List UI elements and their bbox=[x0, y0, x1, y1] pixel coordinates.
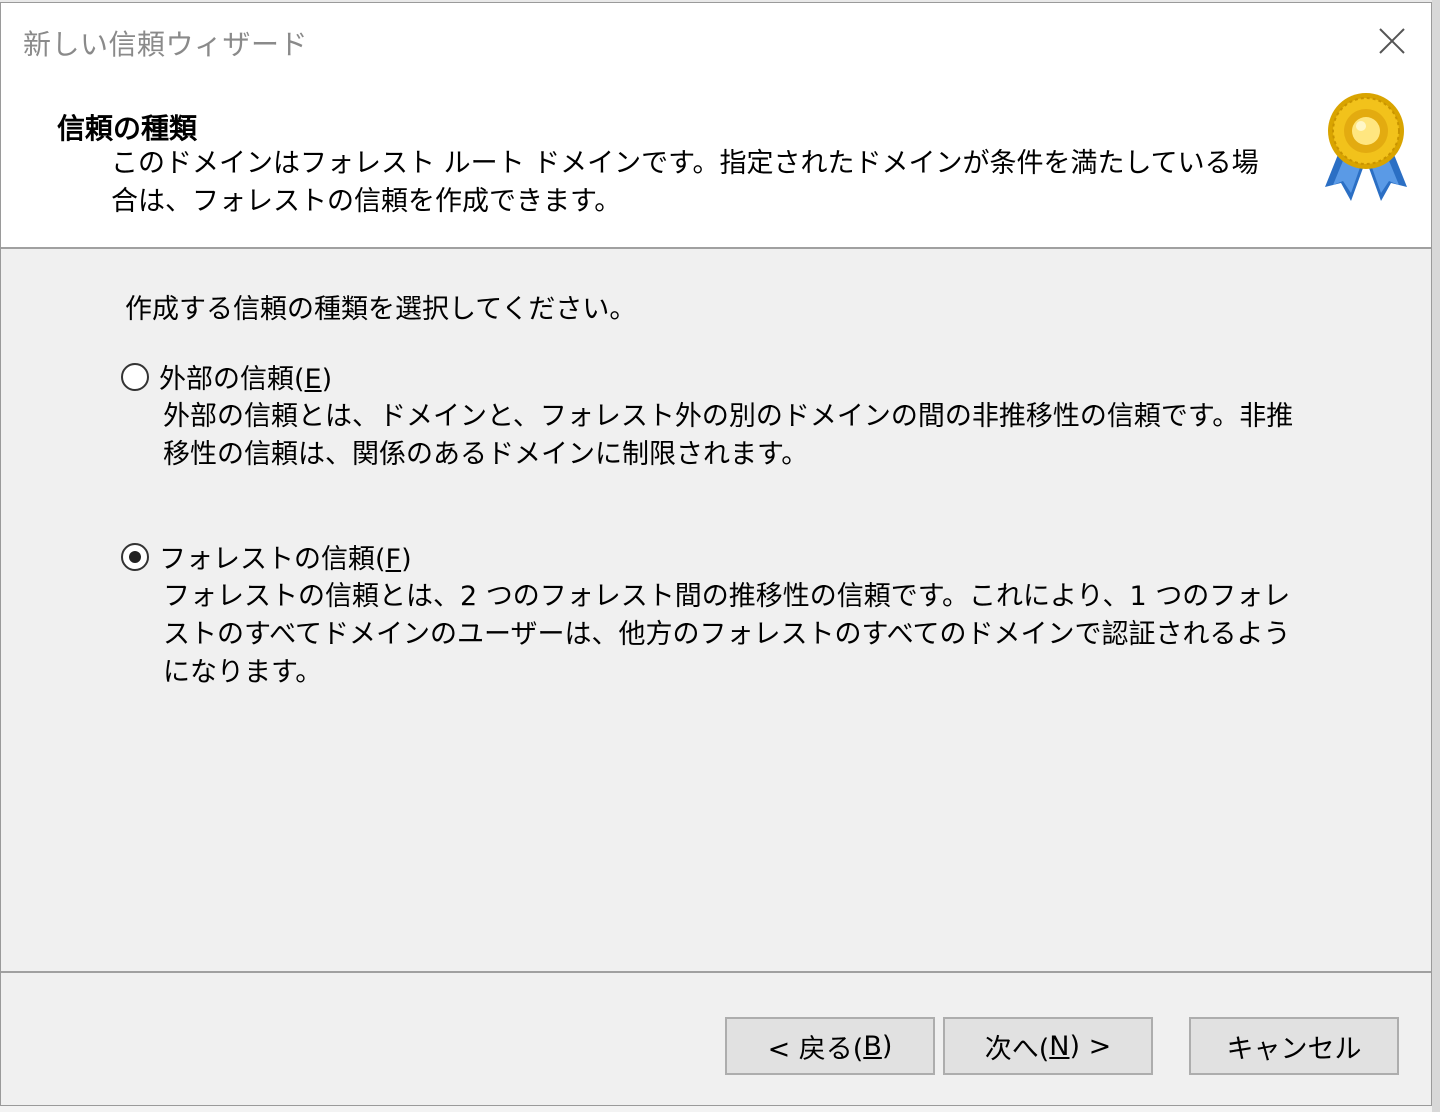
forest-trust-label[interactable]: フォレストの信頼(F) bbox=[159, 537, 412, 576]
external-trust-radio-row[interactable]: 外部の信頼(E) bbox=[121, 357, 1311, 396]
next-button[interactable]: 次へ(N) > bbox=[943, 1017, 1153, 1075]
forest-trust-radio[interactable] bbox=[121, 542, 149, 571]
close-icon bbox=[1379, 28, 1405, 54]
close-button[interactable] bbox=[1353, 3, 1431, 79]
page-description: このドメインはフォレスト ルート ドメインです。指定されたドメインが条件を満たし… bbox=[111, 148, 1259, 217]
forest-trust-radio-row[interactable]: フォレストの信頼(F) bbox=[121, 537, 1311, 576]
back-button[interactable]: < 戻る(B) bbox=[725, 1017, 935, 1075]
title-bar: 新しい信頼ウィザード bbox=[1, 3, 1431, 79]
forest-trust-description: フォレストの信頼とは、2 つのフォレスト間の推移性の信頼です。これにより、1 つ… bbox=[163, 581, 1291, 688]
award-ribbon-icon bbox=[1325, 93, 1407, 201]
page-title: 信頼の種類 bbox=[57, 112, 198, 145]
cancel-button[interactable]: キャンセル bbox=[1189, 1017, 1399, 1075]
prompt-text: 作成する信頼の種類を選択してください。 bbox=[125, 294, 637, 325]
external-trust-description: 外部の信頼とは、ドメインと、フォレスト外の別のドメインの間の非推移性の信頼です。… bbox=[163, 401, 1294, 470]
external-trust-radio[interactable] bbox=[121, 362, 149, 391]
background-window-edge bbox=[1432, 0, 1440, 1112]
option-forest-trust: フォレストの信頼(F) フォレストの信頼とは、2 つのフォレスト間の推移性の信頼… bbox=[121, 537, 1311, 692]
wizard-body: 作成する信頼の種類を選択してください。 外部の信頼(E) 外部の信頼とは、ドメイ… bbox=[1, 249, 1431, 973]
trust-wizard-dialog: 新しい信頼ウィザード 信頼の種類 このドメインはフォレスト ルート ドメインです… bbox=[0, 2, 1432, 1106]
external-trust-label[interactable]: 外部の信頼(E) bbox=[159, 357, 332, 396]
option-external-trust: 外部の信頼(E) 外部の信頼とは、ドメインと、フォレスト外の別のドメインの間の非… bbox=[121, 357, 1311, 474]
wizard-footer: < 戻る(B) 次へ(N) > キャンセル bbox=[1, 973, 1431, 1105]
window-title: 新しい信頼ウィザード bbox=[23, 28, 309, 61]
wizard-header: 信頼の種類 このドメインはフォレスト ルート ドメインです。指定されたドメインが… bbox=[1, 79, 1431, 249]
